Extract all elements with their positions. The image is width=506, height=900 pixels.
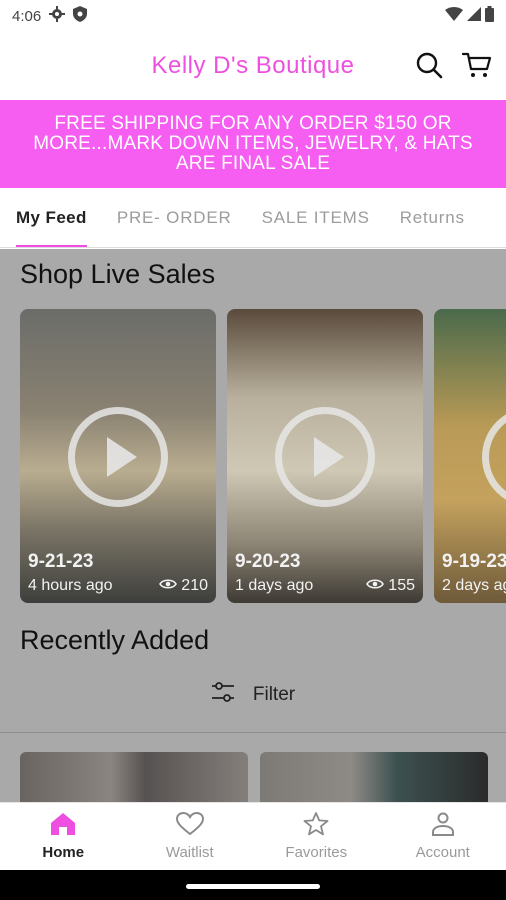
live-sale-date: 9-21-23 <box>28 551 94 572</box>
nav-account[interactable]: Account <box>380 803 506 870</box>
tab-returns[interactable]: Returns <box>400 188 465 247</box>
eye-icon <box>366 577 385 595</box>
feed-tabs: My Feed PRE- ORDER SALE ITEMS Returns <box>0 188 506 248</box>
heart-icon <box>175 811 204 840</box>
brand-title: Kelly D's Boutique <box>151 52 355 79</box>
star-icon <box>303 812 329 840</box>
live-sale-age: 4 hours ago <box>28 577 113 594</box>
shop-live-sales-title: Shop Live Sales <box>20 259 216 289</box>
status-bar: 4:06 <box>0 0 506 32</box>
live-sales-carousel[interactable]: 9-21-23 4 hours ago 210 9-20-23 1 days a… <box>20 309 506 603</box>
status-time: 4:06 <box>12 7 42 25</box>
feed-content: Shop Live Sales 9-21-23 4 hours ago 210 … <box>0 249 506 802</box>
product-thumbnail[interactable] <box>260 752 488 802</box>
person-icon <box>430 812 456 840</box>
view-count: 210 <box>159 577 208 595</box>
nav-waitlist-label: Waitlist <box>165 844 214 861</box>
live-sale-card[interactable]: 9-20-23 1 days ago 155 <box>227 309 423 603</box>
nav-account-label: Account <box>415 844 470 861</box>
view-count-value: 210 <box>181 577 208 594</box>
wifi-icon <box>445 7 463 25</box>
bottom-nav: Home Waitlist Favorites Account <box>0 802 506 870</box>
live-sale-date: 9-20-23 <box>235 551 301 572</box>
play-icon[interactable] <box>275 407 375 507</box>
product-thumbnail[interactable] <box>20 752 248 802</box>
live-sale-card[interactable]: 9-21-23 4 hours ago 210 <box>20 309 216 603</box>
view-count: 155 <box>366 577 415 595</box>
nav-home-label: Home <box>42 844 85 861</box>
play-icon[interactable] <box>482 407 506 507</box>
live-sale-age: 1 days ago <box>235 577 314 594</box>
app-header: Kelly D's Boutique <box>0 32 506 100</box>
filter-label: Filter <box>252 684 296 705</box>
settings-gear-icon <box>49 6 66 26</box>
signal-icon <box>467 7 481 25</box>
home-icon <box>50 812 76 840</box>
nav-favorites-label: Favorites <box>285 844 348 861</box>
play-icon[interactable] <box>68 407 168 507</box>
search-icon[interactable] <box>414 50 444 80</box>
filter-button[interactable]: Filter <box>0 681 506 709</box>
eye-icon <box>159 577 178 595</box>
view-count-value: 155 <box>388 577 415 594</box>
live-sale-date: 9-19-23 <box>442 551 506 572</box>
tab-sale-items[interactable]: SALE ITEMS <box>262 188 370 247</box>
tab-my-feed[interactable]: My Feed <box>16 188 87 247</box>
promo-banner: FREE SHIPPING FOR ANY ORDER $150 OR MORE… <box>0 100 506 188</box>
shield-icon <box>73 6 88 26</box>
recently-added-title: Recently Added <box>20 625 210 655</box>
home-gesture-handle[interactable] <box>186 884 320 889</box>
cart-icon[interactable] <box>462 50 492 80</box>
sliders-icon <box>211 681 235 709</box>
recent-products-grid <box>20 752 488 802</box>
nav-favorites[interactable]: Favorites <box>253 803 380 870</box>
tab-pre-order[interactable]: PRE- ORDER <box>117 188 232 247</box>
system-gesture-bar <box>0 870 506 900</box>
nav-home[interactable]: Home <box>0 803 127 870</box>
battery-icon <box>485 6 494 26</box>
nav-waitlist[interactable]: Waitlist <box>127 803 254 870</box>
live-sale-age: 2 days ago <box>442 577 506 594</box>
live-sale-card[interactable]: 9-19-23 2 days ago <box>434 309 506 603</box>
divider <box>0 732 506 733</box>
